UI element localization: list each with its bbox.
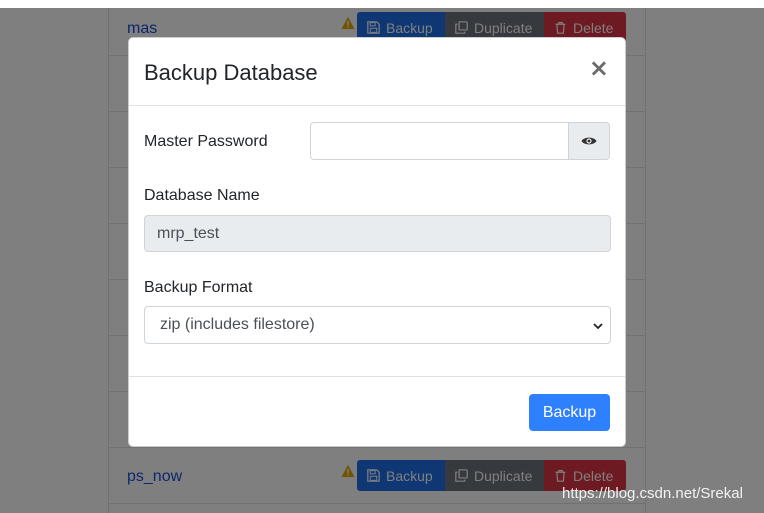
watermark: https://blog.csdn.net/Srekal (562, 485, 743, 502)
top-bar (0, 0, 764, 8)
backup-format-value: zip (includes filestore) (160, 316, 315, 333)
master-password-input[interactable] (310, 122, 570, 160)
backup-submit-button[interactable]: Backup (529, 394, 610, 431)
close-button[interactable]: × (589, 56, 609, 80)
modal-title: Backup Database (144, 60, 318, 85)
show-password-button[interactable] (568, 122, 610, 160)
modal-footer: Backup (129, 376, 625, 446)
eye-icon (581, 137, 597, 145)
database-name-label: Database Name (144, 187, 260, 204)
backup-format-select[interactable]: zip (includes filestore) (144, 306, 611, 344)
chevron-down-icon (593, 323, 603, 330)
database-name-value: mrp_test (157, 224, 220, 242)
backup-database-modal: Backup Database × Master Password Databa… (128, 37, 626, 447)
modal-header: Backup Database × (129, 38, 625, 106)
master-password-label: Master Password (144, 133, 268, 150)
database-name-field: mrp_test (144, 215, 611, 252)
backup-format-label: Backup Format (144, 279, 253, 296)
